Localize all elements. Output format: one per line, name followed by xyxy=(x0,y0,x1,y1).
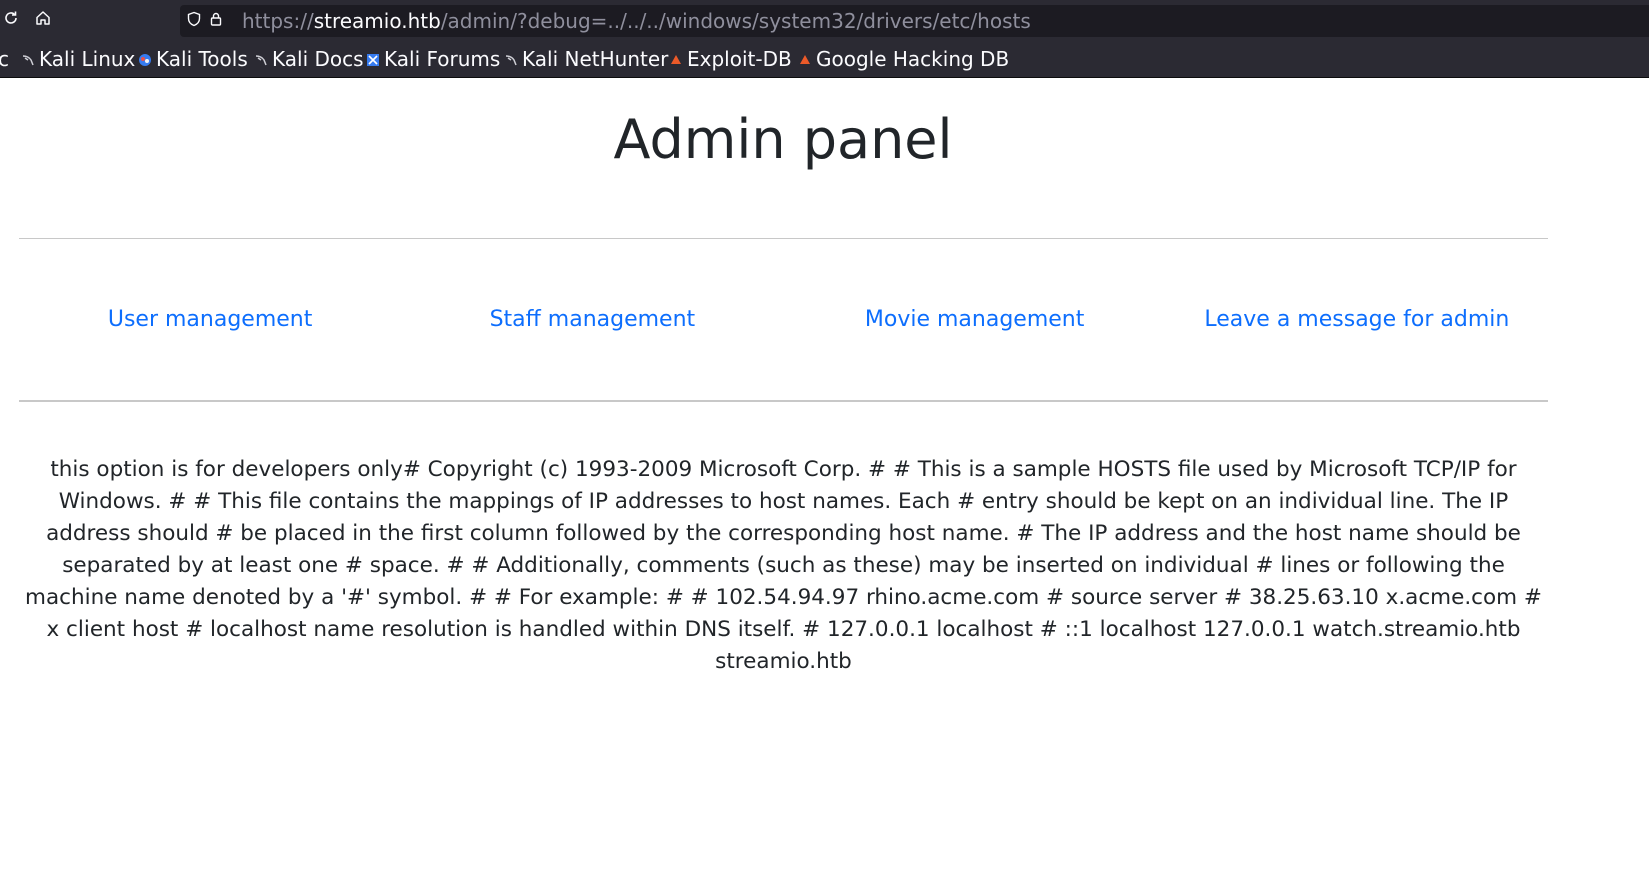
bookmark-kali-linux[interactable]: Kali Linux xyxy=(21,46,135,72)
url-path: /admin/?debug=../../../windows/system32/… xyxy=(440,9,1031,33)
bookmark-truncated[interactable]: c xyxy=(0,46,9,72)
admin-nav: User management Staff management Movie m… xyxy=(19,305,1548,335)
bookmark-label: Kali Linux xyxy=(39,47,136,71)
leave-message-link[interactable]: Leave a message for admin xyxy=(1166,305,1548,335)
url-host: streamio.htb xyxy=(313,9,441,33)
bookmark-label: Kali Forums xyxy=(384,47,501,71)
divider-bottom xyxy=(19,400,1548,402)
divider-top xyxy=(19,238,1548,239)
home-icon[interactable] xyxy=(32,9,54,31)
bookmark-kali-forums[interactable]: Kali Forums xyxy=(366,46,500,72)
movie-management-link[interactable]: Movie management xyxy=(784,305,1166,335)
url-scheme: https:// xyxy=(242,9,314,33)
bookmark-exploit-db[interactable]: Exploit-DB xyxy=(669,46,792,72)
lock-icon[interactable] xyxy=(206,11,226,31)
kali-dragon-icon xyxy=(255,55,267,66)
bookmark-google-hacking-db[interactable]: Google Hacking DB xyxy=(798,46,1009,72)
url-bar[interactable]: https://streamio.htb/admin/?debug=../../… xyxy=(180,5,1649,37)
bookmark-kali-docs[interactable]: Kali Docs xyxy=(254,46,364,72)
url-text[interactable]: https://streamio.htb/admin/?debug=../../… xyxy=(242,10,1031,32)
bookmark-kali-tools[interactable]: Kali Tools xyxy=(138,46,248,72)
bookmark-label: Exploit-DB xyxy=(687,47,792,71)
bookmark-kali-nethunter[interactable]: Kali NetHunter xyxy=(504,46,668,72)
exploit-db-icon xyxy=(671,55,681,64)
page-title: Admin panel xyxy=(613,108,953,171)
user-management-link[interactable]: User management xyxy=(19,305,401,335)
browser-nav-row: https://streamio.htb/admin/?debug=../../… xyxy=(0,0,1649,42)
kali-dragon-icon xyxy=(505,55,517,66)
kali-tools-icon xyxy=(139,54,151,66)
page-content: Admin panel User management Staff manage… xyxy=(0,78,1649,892)
kali-dragon-icon xyxy=(22,55,34,66)
staff-management-link[interactable]: Staff management xyxy=(401,305,783,335)
browser-chrome: https://streamio.htb/admin/?debug=../../… xyxy=(0,0,1649,78)
bookmark-label: Kali Tools xyxy=(156,47,248,71)
debug-output-text: this option is for developers only# Copy… xyxy=(25,457,1542,674)
bookmark-label: Kali NetHunter xyxy=(522,47,669,71)
reload-icon[interactable] xyxy=(0,9,22,31)
bookmark-label: Google Hacking DB xyxy=(816,47,1010,71)
shield-icon[interactable] xyxy=(184,11,204,31)
bookmark-label: Kali Docs xyxy=(272,47,364,71)
bookmarks-toolbar: c Kali Linux Kali Tools Kali Docs Kali F… xyxy=(0,42,1649,76)
bookmark-label: c xyxy=(0,47,9,71)
kali-forums-icon xyxy=(367,54,379,66)
exploit-db-icon xyxy=(800,55,810,64)
